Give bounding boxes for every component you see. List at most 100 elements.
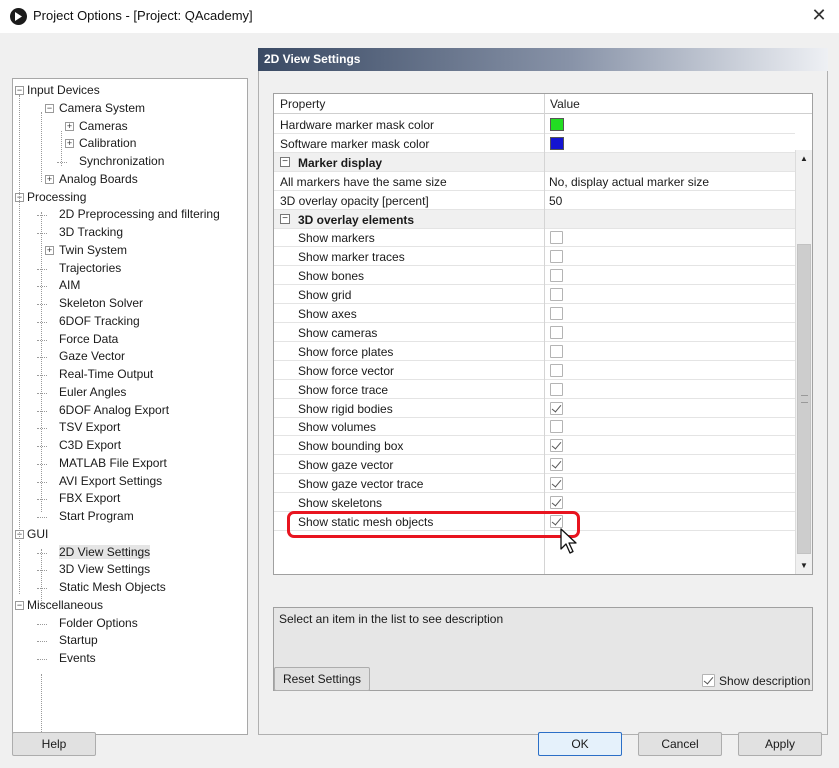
tree-item[interactable]: Cameras xyxy=(79,118,128,135)
grid-row[interactable]: Show force plates xyxy=(274,342,795,361)
collapse-icon[interactable]: − xyxy=(280,213,290,224)
grid-row[interactable]: Show grid xyxy=(274,285,795,305)
grid-row[interactable]: Show gaze vector trace xyxy=(274,474,795,494)
grid-row[interactable]: Show bounding box xyxy=(274,436,795,456)
tree-item[interactable]: Force Data xyxy=(59,331,118,348)
grid-row[interactable]: Hardware marker mask color xyxy=(274,115,795,134)
grid-row[interactable]: Software marker mask color xyxy=(274,134,795,153)
grid-row[interactable]: Show axes xyxy=(274,304,795,323)
expand-icon[interactable]: + xyxy=(45,245,54,255)
grid-row[interactable]: Show volumes xyxy=(274,417,795,437)
tree-item[interactable]: Startup xyxy=(59,632,98,649)
tree-item[interactable]: 3D View Settings xyxy=(59,561,150,578)
collapse-icon[interactable]: − xyxy=(280,156,290,167)
tree-item[interactable]: Static Mesh Objects xyxy=(59,579,166,596)
reset-settings-button[interactable]: Reset Settings xyxy=(274,667,370,691)
tree-item[interactable]: TSV Export xyxy=(59,419,120,436)
tree-item[interactable]: AVI Export Settings xyxy=(59,473,162,490)
property-checkbox[interactable] xyxy=(550,496,563,509)
tree-item[interactable]: Synchronization xyxy=(79,153,164,170)
tree-item[interactable]: Skeleton Solver xyxy=(59,295,143,312)
tree-item[interactable]: Events xyxy=(59,650,96,667)
grid-category-row[interactable]: −3D overlay elements xyxy=(274,209,795,229)
tree-item-label: Analog Boards xyxy=(59,171,138,186)
column-divider[interactable] xyxy=(544,94,545,574)
tree-item[interactable]: C3D Export xyxy=(59,437,121,454)
grid-scrollbar[interactable]: ▲ ▼ xyxy=(795,150,812,574)
scroll-up-icon[interactable]: ▲ xyxy=(796,150,812,167)
tree-connector xyxy=(37,428,47,430)
tree-item[interactable]: Processing xyxy=(27,189,86,206)
tree-item[interactable]: Euler Angles xyxy=(59,384,126,401)
grid-row[interactable]: Show force trace xyxy=(274,380,795,399)
tree-item[interactable]: 6DOF Tracking xyxy=(59,313,140,330)
property-checkbox[interactable] xyxy=(550,250,563,264)
grid-category-row[interactable]: − Marker display xyxy=(274,152,795,172)
grid-row[interactable]: Show markers xyxy=(274,228,795,248)
color-swatch[interactable] xyxy=(550,118,564,131)
tree-item[interactable]: Start Program xyxy=(59,508,134,525)
tree-item[interactable]: Folder Options xyxy=(59,615,138,632)
grid-row[interactable]: Show force vector xyxy=(274,361,795,380)
property-checkbox[interactable] xyxy=(550,439,563,453)
tree-item[interactable]: 2D Preprocessing and filtering xyxy=(59,206,220,223)
property-checkbox[interactable] xyxy=(550,363,563,377)
tree-item[interactable]: GUI xyxy=(27,526,48,543)
tree-item[interactable]: 6DOF Analog Export xyxy=(59,402,169,419)
grid-row[interactable]: All markers have the same size No, displa… xyxy=(274,172,795,191)
tree-item[interactable]: Calibration xyxy=(79,135,136,152)
grid-row[interactable]: Show marker traces xyxy=(274,247,795,267)
property-grid[interactable]: Property Value Hardware marker mask colo… xyxy=(273,93,813,575)
tree-item[interactable]: Twin System xyxy=(59,242,127,259)
property-checkbox[interactable] xyxy=(550,269,563,283)
tree-item[interactable]: AIM xyxy=(59,277,80,294)
color-swatch[interactable] xyxy=(550,136,564,150)
property-checkbox[interactable] xyxy=(550,458,563,472)
property-checkbox[interactable] xyxy=(550,288,563,302)
property-checkbox[interactable] xyxy=(550,307,563,320)
collapse-icon[interactable]: − xyxy=(15,600,24,610)
options-tree[interactable]: Input Devices − Camera System − Cameras + Cali… xyxy=(12,78,248,735)
tree-item-label: Start Program xyxy=(59,509,134,523)
tree-item[interactable]: 3D Tracking xyxy=(59,224,123,241)
ok-button[interactable]: OK xyxy=(538,732,622,756)
collapse-icon[interactable]: − xyxy=(15,86,24,95)
property-value[interactable]: 50 xyxy=(549,194,562,208)
tree-item[interactable]: FBX Export xyxy=(59,490,120,507)
grid-row[interactable]: Show gaze vector xyxy=(274,455,795,475)
scroll-thumb[interactable] xyxy=(797,244,811,554)
grid-row[interactable]: Show skeletons xyxy=(274,493,795,512)
collapse-icon[interactable]: − xyxy=(45,103,54,113)
property-checkbox[interactable] xyxy=(550,325,563,339)
expand-icon[interactable]: + xyxy=(45,174,54,184)
tree-item[interactable]: Analog Boards xyxy=(59,171,138,188)
tree-item[interactable]: Trajectories xyxy=(59,260,121,277)
tree-item[interactable]: Camera System xyxy=(59,100,145,117)
apply-button[interactable]: Apply xyxy=(738,732,822,756)
expand-icon[interactable]: + xyxy=(65,121,74,131)
tree-item[interactable]: Gaze Vector xyxy=(59,348,125,365)
close-icon[interactable]: ✕ xyxy=(807,4,831,28)
scroll-down-icon[interactable]: ▼ xyxy=(796,557,812,574)
tree-item[interactable]: 2D View Settings xyxy=(59,544,151,561)
tree-item[interactable]: Real-Time Output xyxy=(59,366,153,383)
property-checkbox[interactable] xyxy=(550,420,563,434)
grid-row[interactable]: Show bones xyxy=(274,266,795,286)
tree-item[interactable]: Miscellaneous xyxy=(27,597,103,614)
cancel-button[interactable]: Cancel xyxy=(638,732,722,756)
show-description-check[interactable] xyxy=(702,674,715,687)
property-value[interactable]: No, display actual marker size xyxy=(549,175,709,189)
property-checkbox[interactable] xyxy=(550,401,563,415)
grid-row[interactable]: Show rigid bodies xyxy=(274,399,795,418)
property-checkbox[interactable] xyxy=(550,344,563,358)
property-checkbox[interactable] xyxy=(550,231,563,245)
grid-row[interactable]: Show cameras xyxy=(274,323,795,342)
expand-icon[interactable]: + xyxy=(65,139,74,149)
tree-item[interactable]: MATLAB File Export xyxy=(59,455,167,472)
property-checkbox[interactable] xyxy=(550,382,563,396)
tree-item-label: Trajectories xyxy=(59,260,122,275)
grid-row[interactable]: 3D overlay opacity [percent] 50 xyxy=(274,191,795,210)
help-button[interactable]: Help xyxy=(12,732,96,756)
tree-item[interactable]: Input Devices xyxy=(27,82,100,99)
property-checkbox[interactable] xyxy=(550,477,563,491)
